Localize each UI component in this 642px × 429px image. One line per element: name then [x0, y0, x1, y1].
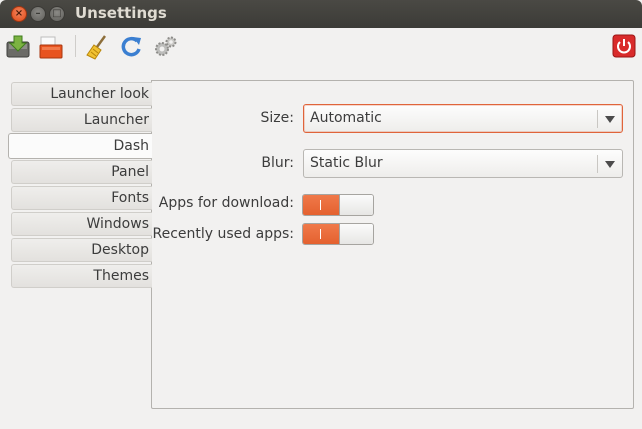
chevron-down-icon: [605, 116, 615, 123]
switch-on-track: [303, 195, 339, 215]
blur-label: Blur:: [261, 155, 294, 171]
maximize-icon: □: [52, 8, 62, 19]
quit-button[interactable]: [612, 34, 636, 58]
title-bar: × – □ Unsettings: [0, 0, 642, 28]
reset-button[interactable]: [85, 34, 111, 60]
tab-launcher-look[interactable]: Launcher look: [11, 82, 152, 106]
minimize-icon: –: [35, 8, 41, 19]
load-button[interactable]: [38, 34, 64, 60]
dropdown-separator: [597, 155, 598, 173]
size-value: Automatic: [310, 110, 382, 126]
blur-dropdown[interactable]: Static Blur: [303, 149, 623, 178]
recent-apps-switch[interactable]: [302, 223, 374, 245]
gear-icon: [155, 36, 177, 56]
save-button[interactable]: [5, 34, 31, 60]
window-title: Unsettings: [75, 4, 167, 22]
switch-on-icon: [320, 229, 321, 239]
size-label: Size:: [260, 110, 294, 126]
switch-on-icon: [320, 200, 321, 210]
apps-download-label: Apps for download:: [158, 195, 294, 211]
recent-apps-label: Recently used apps:: [152, 226, 295, 242]
toolbar-separator: [75, 35, 76, 57]
toolbar: [0, 28, 642, 66]
tab-themes[interactable]: Themes: [11, 264, 152, 288]
switch-knob[interactable]: [339, 195, 373, 215]
refresh-icon: [121, 36, 141, 57]
tab-panel[interactable]: Panel: [11, 160, 152, 184]
dropdown-separator: [597, 110, 598, 128]
tab-desktop[interactable]: Desktop: [11, 238, 152, 262]
chevron-down-icon: [605, 161, 615, 168]
tab-fonts[interactable]: Fonts: [11, 186, 152, 210]
switch-knob[interactable]: [339, 224, 373, 244]
power-icon: [612, 34, 636, 58]
load-icon: [39, 36, 63, 59]
switch-on-track: [303, 224, 339, 244]
blur-value: Static Blur: [310, 155, 383, 171]
size-dropdown[interactable]: Automatic: [303, 104, 623, 133]
refresh-button[interactable]: [118, 34, 144, 60]
minimize-window-button[interactable]: –: [30, 6, 46, 22]
tab-windows[interactable]: Windows: [11, 212, 152, 236]
close-icon: ×: [14, 8, 24, 19]
broom-icon: [86, 35, 107, 60]
tab-launcher-behaviour[interactable]: Launcher behaviour: [11, 108, 152, 151]
tab-dash[interactable]: Dash: [8, 133, 152, 159]
settings-button[interactable]: [152, 34, 178, 60]
save-icon: [6, 35, 30, 58]
settings-tabs: Launcher look Launcher behaviour Dash Pa…: [8, 82, 152, 290]
close-window-button[interactable]: ×: [11, 6, 27, 22]
maximize-window-button[interactable]: □: [49, 6, 65, 22]
apps-download-switch[interactable]: [302, 194, 374, 216]
